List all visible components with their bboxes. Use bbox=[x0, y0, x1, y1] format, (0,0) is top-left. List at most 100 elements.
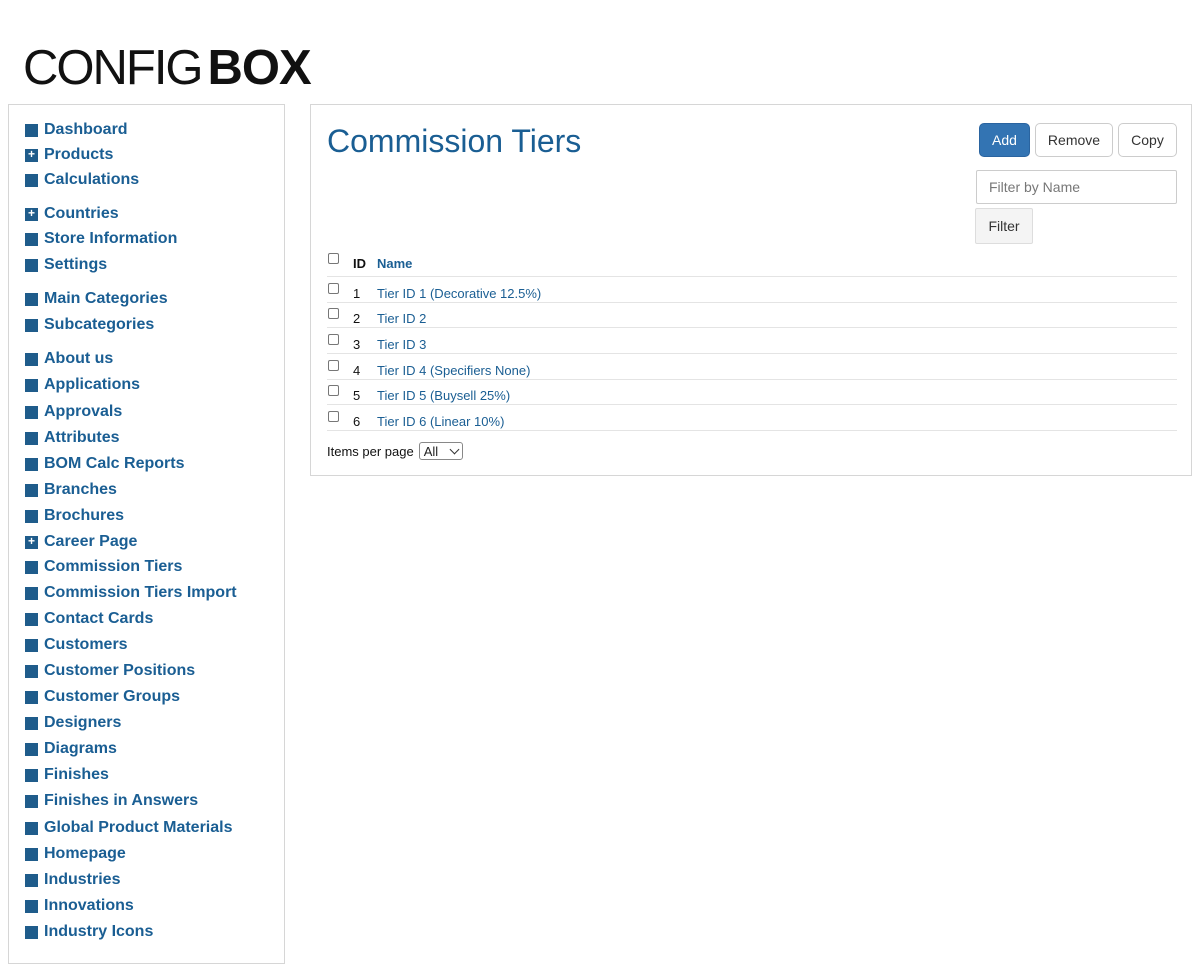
sidebar-item-diagrams[interactable]: Diagrams bbox=[25, 738, 117, 760]
copy-button[interactable]: Copy bbox=[1118, 123, 1177, 157]
logo-text-config: CONFIG bbox=[23, 41, 204, 95]
row-name-link[interactable]: Tier ID 2 bbox=[377, 311, 426, 326]
table-header: ID Name bbox=[327, 250, 1177, 277]
sidebar-item-calculations[interactable]: Calculations bbox=[25, 169, 139, 191]
sidebar: Dashboard Products Calculations Countries St… bbox=[8, 104, 285, 964]
sidebar-item-label: Store Information bbox=[44, 230, 178, 247]
logo-text-box: BOX bbox=[207, 41, 312, 95]
row-id: 2 bbox=[353, 311, 361, 326]
sidebar-item-customers[interactable]: Customers bbox=[25, 634, 128, 656]
plus-square-icon[interactable] bbox=[25, 207, 38, 221]
row-checkbox[interactable] bbox=[328, 360, 339, 371]
sidebar-item-label: BOM Calc Reports bbox=[44, 455, 185, 472]
sidebar-item-label: Products bbox=[44, 146, 114, 163]
chevron-down-icon bbox=[449, 444, 460, 455]
column-header-id[interactable]: ID bbox=[353, 256, 366, 271]
sidebar-item-label: Homepage bbox=[44, 845, 126, 862]
sidebar-item-industries[interactable]: Industries bbox=[25, 869, 120, 891]
sidebar-item-label: Approvals bbox=[44, 403, 123, 420]
row-name-link[interactable]: Tier ID 6 (Linear 10%) bbox=[377, 414, 504, 429]
page-title: Commission Tiers bbox=[327, 123, 582, 159]
table-row: 5 Tier ID 5 (Buysell 25%) bbox=[327, 379, 1177, 405]
square-icon bbox=[25, 716, 38, 730]
sidebar-item-industry-icons[interactable]: Industry Icons bbox=[25, 921, 153, 943]
sidebar-item-dashboard[interactable]: Dashboard bbox=[25, 119, 128, 141]
sidebar-item-approvals[interactable]: Approvals bbox=[25, 401, 122, 423]
square-icon bbox=[25, 821, 38, 835]
row-checkbox[interactable] bbox=[328, 334, 339, 345]
sidebar-item-career-page[interactable]: Career Page bbox=[25, 531, 137, 553]
remove-button[interactable]: Remove bbox=[1035, 123, 1113, 157]
sidebar-item-bom-calc-reports[interactable]: BOM Calc Reports bbox=[25, 453, 184, 475]
row-name-link[interactable]: Tier ID 3 bbox=[377, 337, 426, 352]
sidebar-item-products[interactable]: Products bbox=[25, 144, 113, 166]
row-name-link[interactable]: Tier ID 1 (Decorative 12.5%) bbox=[377, 286, 541, 301]
sidebar-item-innovations[interactable]: Innovations bbox=[25, 895, 134, 917]
add-button[interactable]: Add bbox=[979, 123, 1030, 157]
sidebar-item-commission-tiers-import[interactable]: Commission Tiers Import bbox=[25, 582, 237, 604]
sidebar-item-settings[interactable]: Settings bbox=[25, 254, 107, 276]
plus-square-icon[interactable] bbox=[25, 148, 38, 162]
row-id: 1 bbox=[353, 286, 361, 301]
sidebar-item-subcategories[interactable]: Subcategories bbox=[25, 314, 154, 336]
sidebar-item-label: Branches bbox=[44, 481, 117, 498]
sidebar-item-brochures[interactable]: Brochures bbox=[25, 505, 124, 527]
main-panel: Commission Tiers Add Remove Copy Filter … bbox=[310, 104, 1192, 476]
sidebar-item-about-us[interactable]: About us bbox=[25, 348, 113, 370]
column-header-name[interactable]: Name bbox=[377, 256, 412, 271]
sidebar-item-label: Diagrams bbox=[44, 740, 117, 757]
sidebar-item-label: Applications bbox=[44, 376, 141, 393]
sidebar-item-contact-cards[interactable]: Contact Cards bbox=[25, 608, 153, 630]
sidebar-item-main-categories[interactable]: Main Categories bbox=[25, 288, 168, 310]
square-icon bbox=[25, 925, 38, 939]
square-icon bbox=[25, 560, 38, 574]
square-icon bbox=[25, 794, 38, 808]
sidebar-item-label: Dashboard bbox=[44, 121, 128, 138]
sidebar-item-customer-positions[interactable]: Customer Positions bbox=[25, 660, 195, 682]
sidebar-item-label: Customer Groups bbox=[44, 688, 181, 705]
sidebar-item-countries[interactable]: Countries bbox=[25, 203, 119, 225]
row-checkbox[interactable] bbox=[328, 283, 339, 294]
square-icon bbox=[25, 586, 38, 600]
square-icon bbox=[25, 431, 38, 445]
row-id: 5 bbox=[353, 388, 361, 403]
app-logo: CONFIG BOX bbox=[23, 40, 312, 96]
square-icon bbox=[25, 742, 38, 756]
sidebar-item-homepage[interactable]: Homepage bbox=[25, 843, 126, 865]
square-icon bbox=[25, 612, 38, 626]
filter-by-name-input[interactable] bbox=[976, 170, 1177, 204]
square-icon bbox=[25, 873, 38, 887]
sidebar-item-branches[interactable]: Branches bbox=[25, 479, 117, 501]
sidebar-item-attributes[interactable]: Attributes bbox=[25, 427, 120, 449]
items-per-page-label: Items per page bbox=[327, 443, 414, 459]
table-row: 1 Tier ID 1 (Decorative 12.5%) bbox=[327, 277, 1177, 303]
table-row: 4 Tier ID 4 (Specifiers None) bbox=[327, 354, 1177, 380]
row-checkbox[interactable] bbox=[328, 385, 339, 396]
row-name-link[interactable]: Tier ID 4 (Specifiers None) bbox=[377, 363, 530, 378]
sidebar-item-designers[interactable]: Designers bbox=[25, 712, 121, 734]
row-name-link[interactable]: Tier ID 5 (Buysell 25%) bbox=[377, 388, 510, 403]
plus-square-icon[interactable] bbox=[25, 535, 38, 549]
square-icon bbox=[25, 123, 38, 137]
items-per-page-select[interactable]: All bbox=[418, 442, 463, 460]
row-id: 4 bbox=[353, 363, 361, 378]
sidebar-item-label: Career Page bbox=[44, 533, 138, 550]
row-checkbox[interactable] bbox=[328, 308, 339, 319]
sidebar-item-label: Brochures bbox=[44, 507, 125, 524]
sidebar-item-global-product-materials[interactable]: Global Product Materials bbox=[25, 817, 232, 839]
sidebar-item-applications[interactable]: Applications bbox=[25, 374, 140, 396]
row-checkbox[interactable] bbox=[328, 411, 339, 422]
items-per-page-value: All bbox=[423, 443, 439, 459]
sidebar-item-label: Commission Tiers bbox=[44, 558, 183, 575]
sidebar-item-commission-tiers[interactable]: Commission Tiers bbox=[25, 556, 182, 578]
filter-button[interactable]: Filter bbox=[975, 208, 1033, 244]
sidebar-item-store-information[interactable]: Store Information bbox=[25, 228, 177, 250]
sidebar-item-finishes[interactable]: Finishes bbox=[25, 764, 109, 786]
sidebar-item-label: Finishes in Answers bbox=[44, 792, 199, 809]
sidebar-item-label: Innovations bbox=[44, 897, 134, 914]
select-all-checkbox[interactable] bbox=[328, 253, 339, 264]
square-icon bbox=[25, 292, 38, 306]
sidebar-item-finishes-in-answers[interactable]: Finishes in Answers bbox=[25, 790, 198, 812]
square-icon bbox=[25, 768, 38, 782]
sidebar-item-customer-groups[interactable]: Customer Groups bbox=[25, 686, 180, 708]
